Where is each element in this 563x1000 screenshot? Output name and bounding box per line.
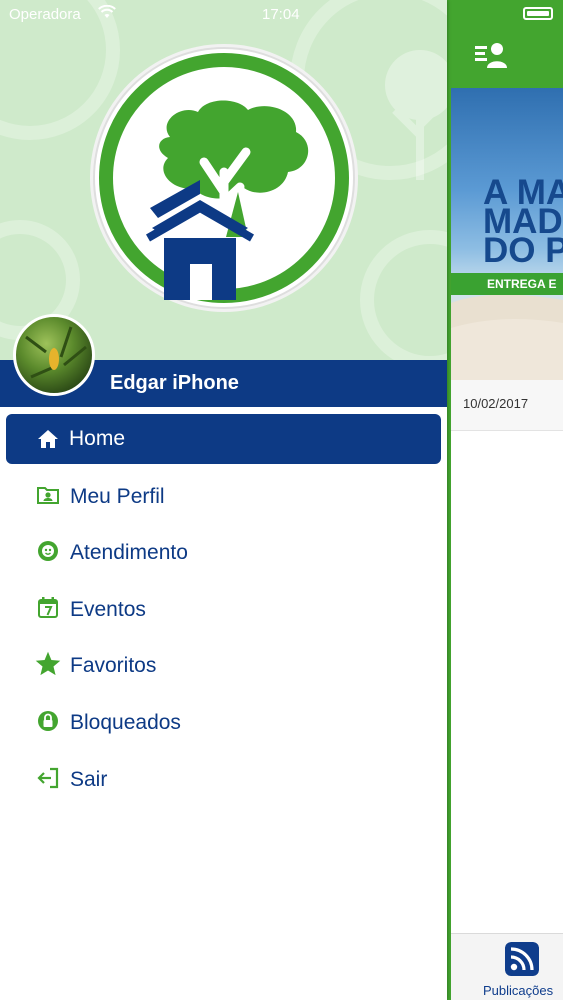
decor-circle xyxy=(360,230,447,360)
menu-item-home[interactable]: Home xyxy=(6,414,441,464)
menu-item-sair[interactable]: Sair xyxy=(0,754,447,811)
decor-tree-icon xyxy=(385,50,447,180)
profile-card-icon xyxy=(37,486,59,504)
carrier-label: Operadora xyxy=(9,6,81,23)
menu-label-atendimento: Atendimento xyxy=(70,541,188,565)
banner-strip: ENTREGA E xyxy=(451,273,563,295)
user-name: Edgar iPhone xyxy=(110,372,239,394)
menu-label-meu-perfil: Meu Perfil xyxy=(70,484,165,508)
menu-label-favoritos: Favoritos xyxy=(70,654,157,678)
menu-item-atendimento[interactable]: Atendimento xyxy=(0,527,447,584)
side-menu-drawer: Operadora 17:04 Edgar iPhone Home Meu Pe… xyxy=(0,0,447,1000)
lock-icon xyxy=(38,710,58,731)
menu-item-meu-perfil[interactable]: Meu Perfil xyxy=(0,471,447,528)
tab-publicacoes[interactable]: Publicações xyxy=(451,934,563,1000)
post-date: 10/02/2017 xyxy=(463,396,529,411)
wifi-icon xyxy=(98,5,116,18)
clock: 17:04 xyxy=(262,6,300,23)
status-bar: Operadora 17:04 xyxy=(0,0,447,28)
side-menu: Home Meu Perfil Atendimento Eventos Favo… xyxy=(0,414,447,810)
home-icon xyxy=(38,430,58,448)
menu-item-bloqueados[interactable]: Bloqueados xyxy=(0,697,447,754)
support-agent-icon xyxy=(38,541,58,562)
star-icon xyxy=(35,652,61,676)
main-border xyxy=(447,88,451,1000)
avatar[interactable] xyxy=(13,314,95,396)
main-panel: A MA MAD DO P ENTREGA E 10/02/2017 Publi… xyxy=(447,0,563,1000)
tab-bar: Publicações xyxy=(451,933,563,1000)
banner-headline: A MA MAD DO P xyxy=(483,173,563,270)
menu-label-eventos: Eventos xyxy=(70,597,146,621)
menu-label-sair: Sair xyxy=(70,767,108,791)
battery-icon xyxy=(523,7,553,20)
calendar-icon xyxy=(38,596,58,618)
rss-icon xyxy=(505,942,539,976)
logout-icon xyxy=(37,767,59,788)
publication-banner[interactable]: A MA MAD DO P ENTREGA E xyxy=(451,88,563,380)
menu-label-home: Home xyxy=(69,427,126,450)
main-top-bar xyxy=(447,0,563,88)
feed-area xyxy=(451,431,563,933)
menu-label-bloqueados: Bloqueados xyxy=(70,710,181,734)
app-logo xyxy=(90,44,358,312)
contacts-menu-icon[interactable] xyxy=(475,40,509,70)
drawer-header: Operadora 17:04 xyxy=(0,0,447,360)
menu-item-eventos[interactable]: Eventos xyxy=(0,584,447,641)
tab-label: Publicações xyxy=(483,983,554,998)
menu-item-favoritos[interactable]: Favoritos xyxy=(0,640,447,697)
